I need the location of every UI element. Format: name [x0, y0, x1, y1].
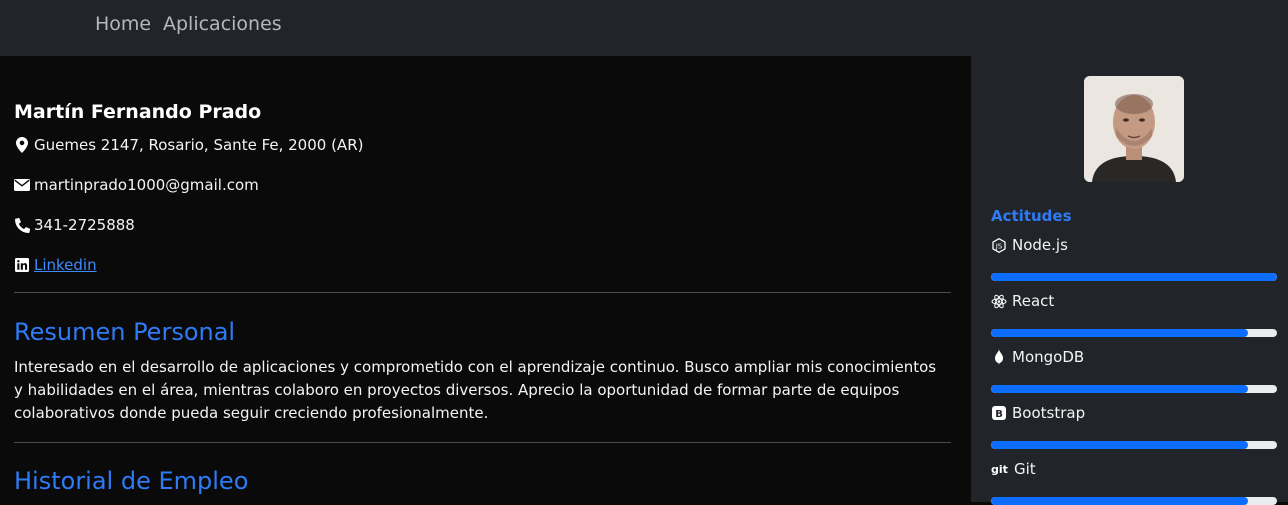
location-pin-icon	[14, 137, 30, 153]
sidebar: Actitudes JS Node.js React MongoDB B Boo…	[971, 56, 1288, 505]
skill-progress-fill	[991, 441, 1249, 449]
linkedin-link[interactable]: Linkedin	[34, 256, 97, 274]
contact-linkedin: Linkedin	[14, 254, 97, 276]
nav-apps-link[interactable]: Aplicaciones	[163, 13, 282, 35]
profile-name: Martín Fernando Prado	[14, 101, 262, 123]
profile-photo	[1084, 76, 1184, 182]
divider	[14, 442, 951, 443]
bootstrap-icon: B	[991, 405, 1007, 421]
svg-text:JS: JS	[995, 242, 1003, 250]
phone-text: 341-2725888	[34, 216, 135, 234]
skill-label: Git	[1014, 460, 1036, 478]
skill-label: Bootstrap	[1012, 404, 1086, 422]
nodejs-icon: JS	[991, 237, 1007, 253]
linkedin-icon	[14, 257, 30, 273]
contact-phone: 341-2725888	[14, 214, 135, 236]
skills-title: Actitudes	[991, 207, 1072, 225]
skill-progress-bar	[991, 385, 1277, 393]
skill-label: Node.js	[1012, 236, 1068, 254]
resumen-text: Interesado en el desarrollo de aplicacio…	[14, 358, 937, 422]
skill-bootstrap: B Bootstrap	[991, 402, 1085, 424]
skill-progress-fill	[991, 273, 1277, 281]
react-icon	[991, 293, 1007, 309]
nav-home-link[interactable]: Home	[95, 13, 151, 35]
email-text: martinprado1000@gmail.com	[34, 176, 259, 194]
skill-progress-fill	[991, 329, 1249, 337]
skill-progress-bar	[991, 329, 1277, 337]
skill-git: git Git	[991, 458, 1036, 480]
contact-email: martinprado1000@gmail.com	[14, 174, 259, 196]
skill-progress-fill	[991, 385, 1249, 393]
skill-progress-bar	[991, 441, 1277, 449]
mongodb-icon	[991, 349, 1007, 365]
skill-react: React	[991, 290, 1054, 312]
skill-label: MongoDB	[1012, 348, 1085, 366]
svg-text:B: B	[995, 409, 1003, 420]
skill-nodejs: JS Node.js	[991, 234, 1068, 256]
git-icon: git	[991, 461, 1009, 477]
resumen-title: Resumen Personal	[14, 318, 236, 346]
address-text: Guemes 2147, Rosario, Sante Fe, 2000 (AR…	[34, 136, 364, 154]
historial-title: Historial de Empleo	[14, 467, 249, 495]
phone-icon	[14, 217, 30, 233]
divider	[14, 292, 951, 293]
navbar: Home Aplicaciones	[0, 0, 1288, 56]
skill-progress-bar	[991, 273, 1277, 281]
contact-address: Guemes 2147, Rosario, Sante Fe, 2000 (AR…	[14, 134, 363, 156]
skill-label: React	[1012, 292, 1055, 310]
svg-text:git: git	[991, 463, 1008, 476]
skill-progress-bar	[991, 497, 1277, 505]
skill-mongodb: MongoDB	[991, 346, 1084, 368]
envelope-icon	[14, 177, 30, 193]
main-content: Martín Fernando Prado Guemes 2147, Rosar…	[0, 56, 971, 502]
skill-progress-fill	[991, 497, 1249, 505]
